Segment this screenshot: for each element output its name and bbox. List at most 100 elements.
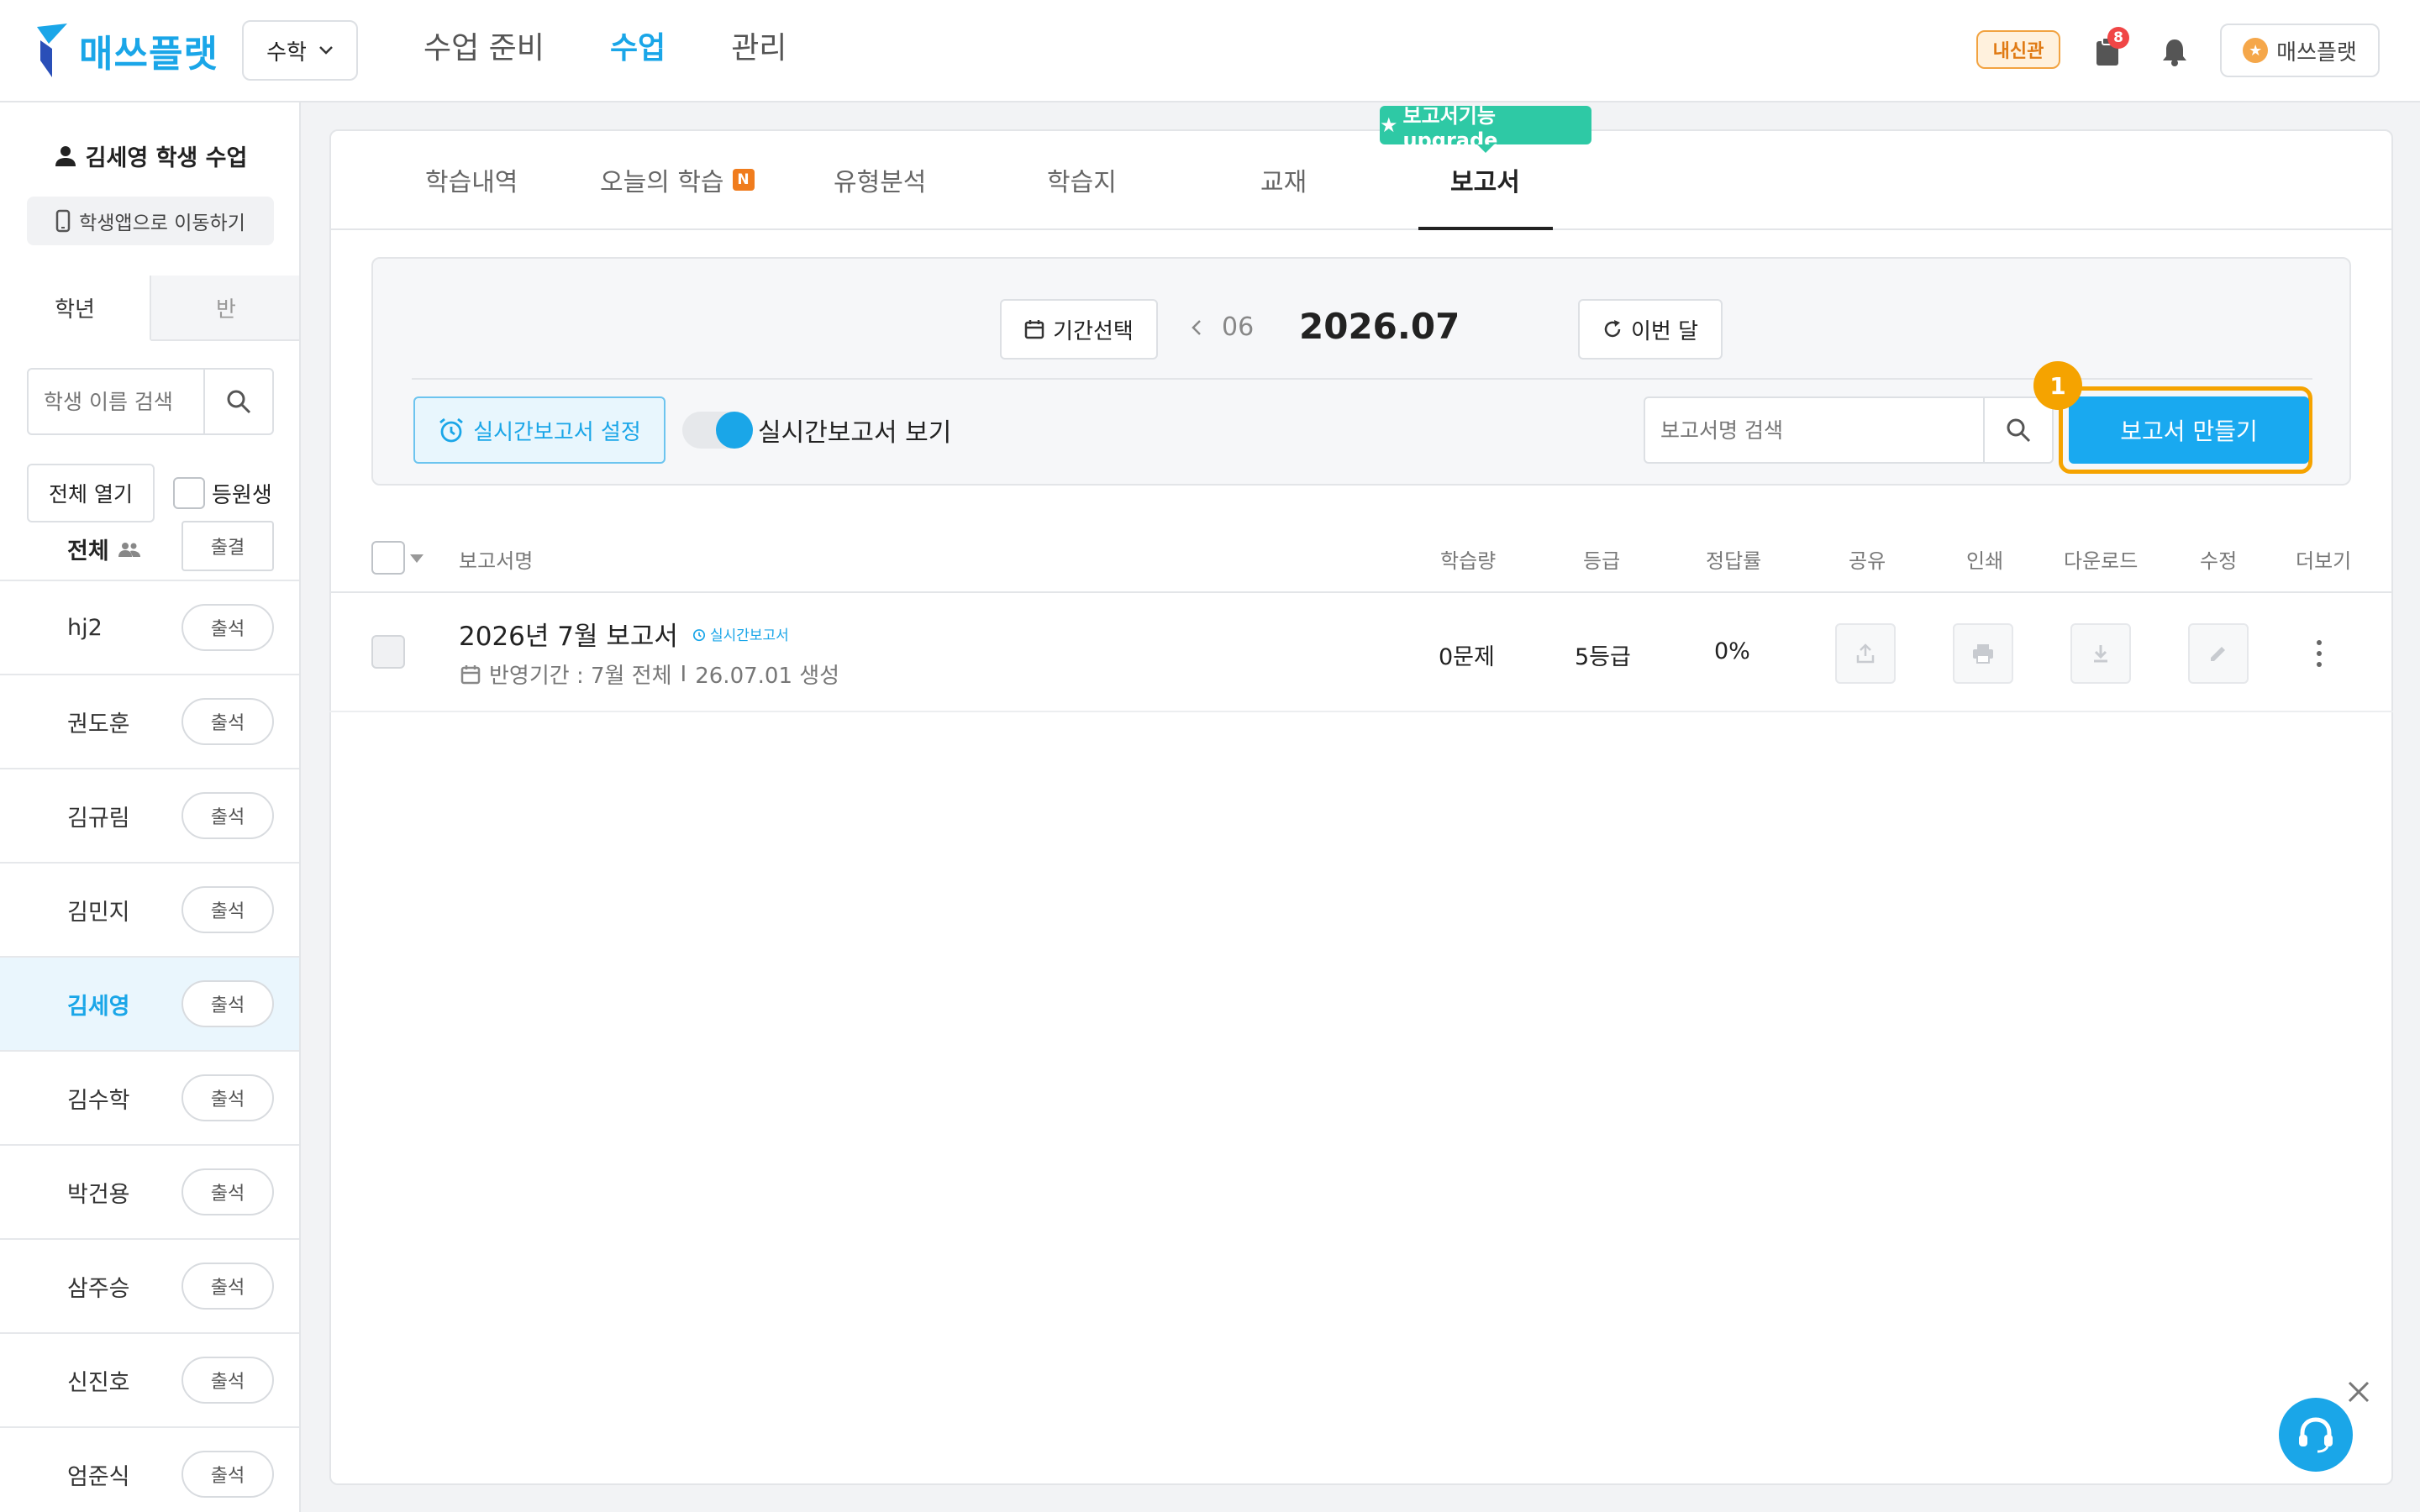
headset-icon [2299, 1417, 2333, 1453]
report-title-text: 2026년 7월 보고서 [459, 622, 678, 652]
subject-select[interactable]: 수학 [242, 20, 358, 81]
logo-text: 매쓰플랫 [79, 33, 218, 76]
more-icon[interactable] [2314, 640, 2324, 667]
student-row[interactable]: 김규림 출석 [0, 769, 299, 864]
user-label: 매쓰플랫 [2276, 39, 2357, 66]
col-report-name: 보고서명 [459, 549, 534, 573]
naesin-button[interactable]: 내신관 [1976, 30, 2060, 69]
person-icon [55, 145, 76, 166]
period-select-button[interactable]: 기간선택 [1000, 299, 1158, 360]
realtime-view-toggle[interactable] [682, 412, 753, 449]
report-created: 26.07.01 생성 [695, 664, 840, 689]
student-row[interactable]: 박건용 출석 [0, 1146, 299, 1240]
attendance-button[interactable]: 출석 [182, 792, 274, 839]
edit-button[interactable] [2188, 623, 2249, 684]
nav-class-prep[interactable]: 수업 준비 [424, 25, 544, 72]
student-row[interactable]: 삼주승 출석 [0, 1240, 299, 1334]
meta-separator: I [680, 661, 687, 687]
student-name: hj2 [67, 614, 103, 641]
phone-icon [55, 209, 71, 233]
attendance-button[interactable]: 출석 [182, 1357, 274, 1404]
caret-down-icon[interactable] [410, 554, 424, 563]
attendance-button[interactable]: 출석 [182, 1168, 274, 1215]
student-row[interactable]: 김민지 출석 [0, 864, 299, 958]
report-title[interactable]: 2026년 7월 보고서 실시간보고서 [459, 615, 789, 653]
star-icon: ★ [1380, 113, 1398, 137]
share-button[interactable] [1835, 623, 1896, 684]
attendance-button[interactable]: 출석 [182, 1451, 274, 1498]
this-month-button[interactable]: 이번 달 [1578, 299, 1723, 360]
student-all-row[interactable]: 전체 출결 [0, 521, 299, 581]
star-icon: ★ [2243, 38, 2269, 63]
report-search [1644, 396, 2054, 464]
col-edit: 수정 [2200, 549, 2238, 573]
prev-month-button[interactable]: 06 [1192, 312, 1254, 342]
pencil-icon [2211, 647, 2225, 661]
attendance-button[interactable]: 출석 [182, 886, 274, 933]
student-row[interactable]: hj2 출석 [0, 581, 299, 675]
realtime-report-setting-button[interactable]: 실시간보고서 설정 [413, 396, 666, 464]
prev-month-label: 06 [1222, 312, 1255, 342]
student-row[interactable]: 신진호 출석 [0, 1334, 299, 1428]
student-name: 엄준식 [67, 1463, 130, 1490]
student-search-input[interactable] [29, 370, 203, 433]
tab-class[interactable]: 반 [151, 276, 299, 341]
filter-divider [412, 378, 2312, 380]
realtime-tag-text: 실시간보고서 [709, 627, 789, 644]
tab-grade[interactable]: 학년 [0, 276, 151, 341]
report-search-input[interactable] [1645, 398, 1983, 462]
attendance-button[interactable]: 출석 [182, 1074, 274, 1121]
col-accuracy: 정답률 [1706, 549, 1762, 573]
tab-study-history[interactable]: 학습내역 [425, 161, 518, 198]
student-row[interactable]: 권도훈 출석 [0, 675, 299, 769]
student-row-selected[interactable]: 김세영 출석 [0, 958, 299, 1052]
enrolled-checkbox[interactable] [173, 477, 205, 509]
enrolled-filter[interactable]: 등원생 [173, 477, 272, 509]
tab-textbook[interactable]: 교재 [1260, 161, 1307, 198]
tab-report[interactable]: 보고서 [1450, 161, 1520, 198]
student-sidebar: 김세영 학생 수업 학생앱으로 이동하기 학년 반 전체 열기 등원생 전체 출… [0, 102, 301, 1512]
student-name: 김규림 [67, 805, 130, 832]
realtime-setting-label: 실시간보고서 설정 [473, 419, 641, 445]
nav-class[interactable]: 수업 [610, 25, 666, 72]
bell-icon[interactable] [2154, 32, 2195, 72]
student-search-button[interactable] [203, 370, 272, 433]
refresh-icon [1604, 320, 1621, 338]
attendance-button[interactable]: 출석 [182, 604, 274, 651]
support-chat-button[interactable] [2279, 1398, 2353, 1472]
report-search-button[interactable] [1983, 398, 2052, 462]
logo-mark-icon [37, 24, 67, 77]
student-name: 김민지 [67, 899, 130, 926]
select-all-checkbox[interactable] [371, 541, 405, 575]
student-search [27, 368, 274, 435]
row-checkbox[interactable] [371, 635, 405, 669]
create-report-button[interactable]: 보고서 만들기 [2069, 396, 2309, 464]
student-app-button[interactable]: 학생앱으로 이동하기 [27, 197, 274, 245]
student-row[interactable]: 엄준식 출석 [0, 1428, 299, 1512]
all-attendance-button[interactable]: 출결 [182, 521, 274, 571]
student-row[interactable]: 김수학 출석 [0, 1052, 299, 1146]
this-month-label: 이번 달 [1630, 318, 1699, 344]
tab-today-study-label: 오늘의 학습 [600, 168, 724, 197]
col-grade: 등급 [1583, 549, 1621, 573]
realtime-tag: 실시간보고서 [692, 623, 789, 644]
tab-today-study[interactable]: 오늘의 학습 N [600, 161, 755, 198]
attendance-button[interactable]: 출석 [182, 1263, 274, 1310]
current-month: 2026.07 [1299, 306, 1460, 347]
sidebar-tabs: 학년 반 [0, 276, 299, 341]
tab-type-analysis[interactable]: 유형분석 [834, 161, 926, 198]
nav-manage[interactable]: 관리 [731, 25, 786, 72]
student-name: 박건용 [67, 1181, 130, 1208]
print-button[interactable] [1953, 623, 2013, 684]
report-table-header: 보고서명 학습량 등급 정답률 공유 인쇄 다운로드 수정 더보기 [329, 528, 2393, 593]
attendance-button[interactable]: 출석 [182, 698, 274, 745]
user-menu-button[interactable]: ★ 매쓰플랫 [2220, 24, 2380, 77]
logo[interactable]: 매쓰플랫 [37, 24, 218, 77]
download-button[interactable] [2070, 623, 2131, 684]
close-icon[interactable] [2344, 1378, 2373, 1406]
report-accuracy: 0% [1714, 638, 1750, 664]
chevron-down-icon [319, 46, 333, 55]
tab-worksheet[interactable]: 학습지 [1047, 161, 1117, 198]
open-all-button[interactable]: 전체 열기 [27, 464, 155, 522]
attendance-button[interactable]: 출석 [182, 980, 274, 1027]
